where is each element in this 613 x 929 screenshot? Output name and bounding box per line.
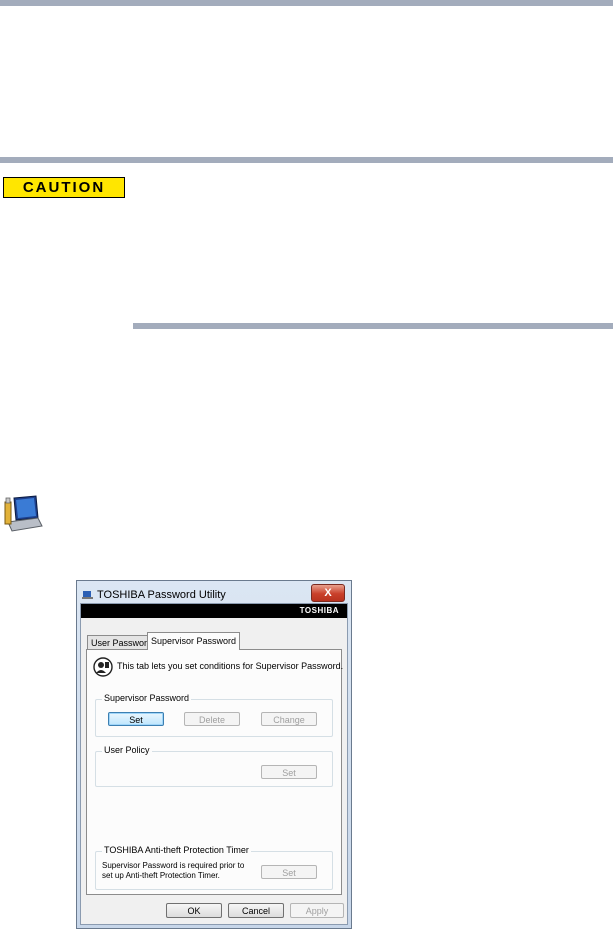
tab-user-password[interactable]: User Password: [87, 635, 157, 650]
dialog-client-area: TOSHIBA User Password Supervisor Passwor…: [80, 603, 348, 925]
antitheft-timer-group: TOSHIBA Anti-theft Protection Timer Supe…: [95, 845, 333, 890]
supervisor-tab-panel: This tab lets you set conditions for Sup…: [86, 649, 344, 895]
password-utility-dialog: TOSHIBA Password Utility X TOSHIBA User …: [76, 580, 352, 929]
brand-bar: TOSHIBA: [81, 604, 347, 618]
set-antitheft-button[interactable]: Set: [261, 865, 317, 879]
section-divider: [0, 157, 613, 163]
group-label-supervisor: Supervisor Password: [102, 693, 192, 703]
brand-logo-text: TOSHIBA: [299, 606, 339, 615]
delete-button[interactable]: Delete: [184, 712, 240, 726]
antitheft-description: Supervisor Password is required prior to…: [102, 861, 245, 880]
user-policy-group: User Policy Set: [95, 745, 333, 787]
apply-button[interactable]: Apply: [290, 903, 344, 918]
app-icon: [82, 591, 93, 599]
laptop-icon: [4, 495, 43, 532]
window-title: TOSHIBA Password Utility: [97, 589, 226, 601]
change-button[interactable]: Change: [261, 712, 317, 726]
caution-divider: [133, 323, 613, 329]
set-user-policy-button[interactable]: Set: [261, 765, 317, 779]
supervisor-password-group: Supervisor Password Set Delete Change: [95, 693, 333, 737]
set-supervisor-button[interactable]: Set: [108, 712, 164, 726]
group-label-antitheft: TOSHIBA Anti-theft Protection Timer: [102, 845, 251, 855]
top-divider: [0, 0, 613, 6]
close-button[interactable]: X: [311, 584, 345, 602]
group-label-policy: User Policy: [102, 745, 152, 755]
tab-description: This tab lets you set conditions for Sup…: [117, 661, 344, 671]
tab-supervisor-password[interactable]: Supervisor Password: [147, 632, 241, 650]
ok-button[interactable]: OK: [166, 903, 222, 918]
cancel-button[interactable]: Cancel: [228, 903, 284, 918]
caution-badge: CAUTION: [3, 177, 125, 198]
supervisor-user-icon: [93, 657, 113, 677]
